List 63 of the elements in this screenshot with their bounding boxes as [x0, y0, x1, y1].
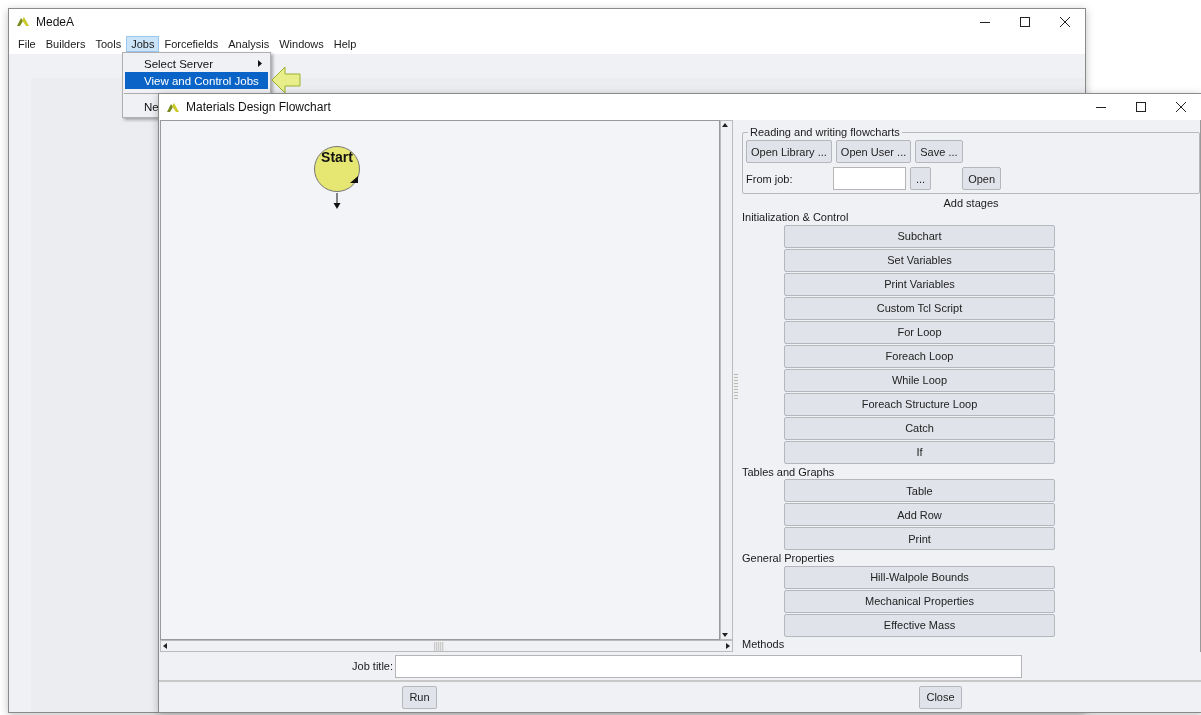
job-title-label: Job title:: [351, 660, 393, 672]
from-job-label: From job:: [746, 172, 794, 185]
job-input[interactable]: [833, 167, 906, 190]
section-title: General Properties: [742, 550, 836, 566]
vertical-scrollbar[interactable]: [720, 120, 733, 640]
close-icon[interactable]: [1176, 102, 1186, 112]
scroll-left-icon[interactable]: [161, 642, 169, 650]
maximize-icon[interactable]: [1136, 102, 1146, 112]
stage-button[interactable]: Add Row: [784, 503, 1055, 527]
arrow-pointer-icon: [271, 65, 301, 95]
menu-item[interactable]: Windows: [274, 36, 329, 52]
open-button[interactable]: Open: [962, 167, 1002, 190]
section-heading: Add stages: [942, 196, 1000, 210]
menu-item[interactable]: Forcefields: [159, 36, 224, 52]
menu-item[interactable]: Analysis: [223, 36, 275, 52]
section-title: Methods: [742, 637, 786, 652]
menu-entry[interactable]: Select Server: [125, 55, 268, 72]
logo-icon: [16, 16, 30, 27]
stage-button[interactable]: If: [784, 440, 1055, 464]
menu-item[interactable]: Builders: [40, 36, 91, 52]
file-button[interactable]: Save ...: [915, 140, 963, 163]
dialog-button[interactable]: Close: [919, 685, 962, 709]
scroll-right-icon[interactable]: [724, 642, 732, 650]
stage-button[interactable]: Effective Mass: [784, 613, 1055, 637]
window-title: Materials Design Flowchart: [186, 100, 332, 114]
browse-button[interactable]: ...: [910, 167, 932, 190]
stage-button[interactable]: Foreach Structure Loop: [784, 392, 1055, 416]
stage-button[interactable]: Hill-Walpole Bounds: [784, 565, 1055, 589]
stage-button[interactable]: Print: [784, 527, 1055, 551]
menu-entry[interactable]: Ne: [125, 98, 159, 115]
stage-button[interactable]: While Loop: [784, 368, 1055, 392]
logo-icon: [166, 101, 180, 113]
corner-handle-icon[interactable]: [350, 176, 358, 183]
file-button[interactable]: Open Library ...: [746, 140, 832, 163]
stage-button[interactable]: Custom Tcl Script: [784, 296, 1055, 320]
submenu-arrow-icon: [258, 60, 262, 67]
window-title: MedeA: [36, 14, 76, 29]
file-button[interactable]: Open User ...: [835, 140, 912, 163]
section-title: Tables and Graphs: [742, 464, 836, 480]
maximize-icon[interactable]: [1020, 16, 1030, 27]
horizontal-scrollbar[interactable]: [160, 640, 733, 652]
stage-button[interactable]: Catch: [784, 416, 1055, 440]
start-node[interactable]: Start: [314, 146, 360, 192]
stage-button[interactable]: For Loop: [784, 320, 1055, 344]
menu-entry[interactable]: View and Control Jobs: [125, 72, 268, 89]
menu-item[interactable]: Help: [328, 36, 362, 52]
close-icon[interactable]: [1060, 16, 1070, 27]
splitter-grip[interactable]: [733, 373, 738, 399]
scroll-thumb[interactable]: [434, 642, 444, 651]
stage-button[interactable]: Mechanical Properties: [784, 589, 1055, 613]
stage-button[interactable]: Table: [784, 479, 1055, 503]
stage-button[interactable]: Subchart: [784, 224, 1055, 248]
menu-item[interactable]: File: [13, 36, 41, 52]
group-title: Reading and writing flowcharts: [749, 126, 901, 138]
section-title: Initialization & Control: [742, 210, 850, 225]
connector-arrow: [333, 193, 341, 209]
job-title-input[interactable]: [395, 654, 1022, 678]
stage-button[interactable]: Set Variables: [784, 248, 1055, 272]
menu-item[interactable]: Tools: [90, 36, 127, 52]
stage-button[interactable]: Foreach Loop: [784, 344, 1055, 368]
menu-item[interactable]: Jobs: [126, 36, 160, 52]
dialog-button[interactable]: Run: [402, 685, 437, 709]
stage-button[interactable]: Print Variables: [784, 272, 1055, 296]
